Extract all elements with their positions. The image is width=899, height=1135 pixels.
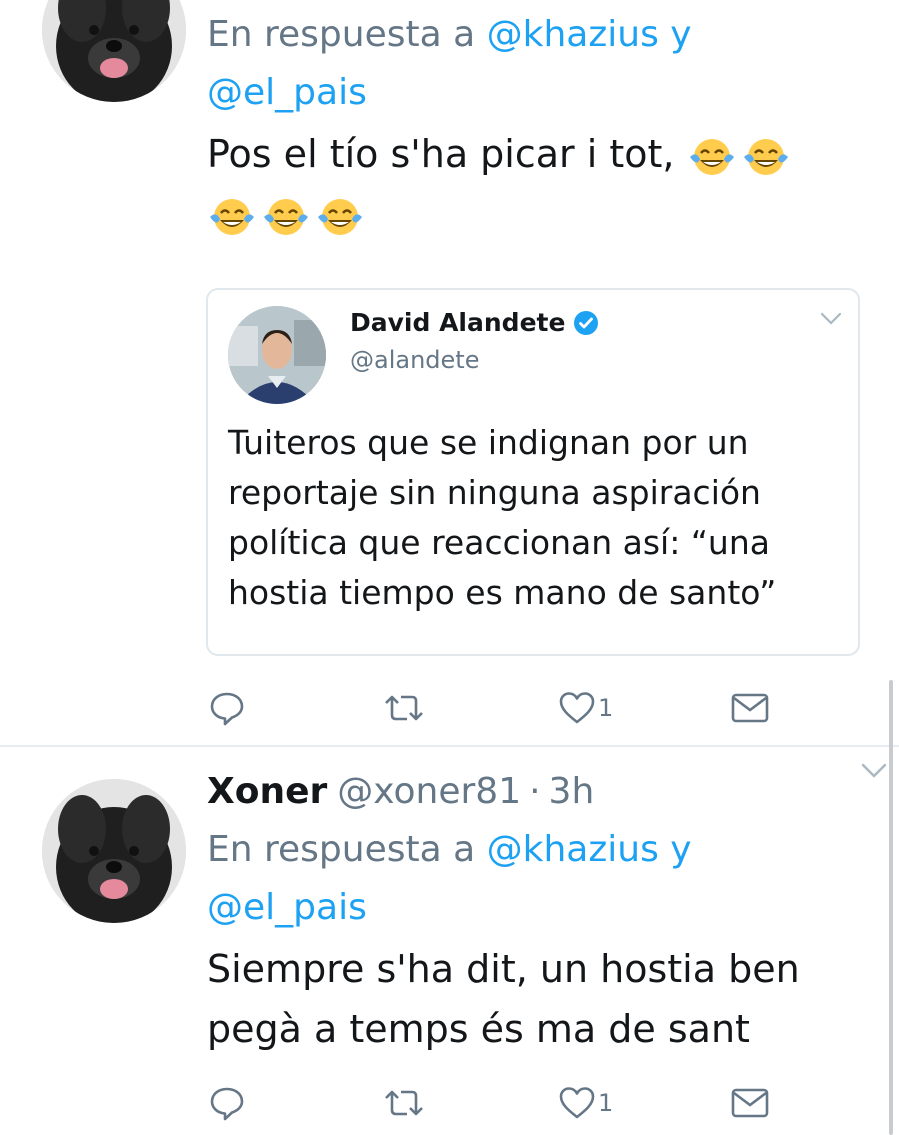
reply-prefix: En respuesta a — [207, 829, 487, 870]
emoji-group — [207, 195, 365, 239]
reply-icon — [210, 1087, 244, 1121]
tweet-content: En respuesta a @khazius y @el_pais Pos e… — [207, 6, 861, 244]
author-handle[interactable]: @xoner81 — [337, 771, 521, 812]
face-with-tears-of-joy-icon — [318, 198, 362, 235]
reply-prefix: En respuesta a — [207, 14, 487, 55]
reply-context: En respuesta a @khazius y @el_pais — [207, 6, 861, 122]
retweet-button[interactable] — [383, 1081, 425, 1125]
envelope-icon — [731, 693, 769, 723]
direct-message-button[interactable] — [730, 686, 770, 730]
tweet[interactable]: En respuesta a @khazius y @el_pais Pos e… — [0, 0, 899, 746]
avatar[interactable] — [228, 306, 326, 404]
tweet-actions: 1 — [208, 1081, 770, 1125]
scrollbar[interactable] — [889, 680, 893, 1135]
tweet-text-body: Pos el tío s'ha picar i tot, — [207, 132, 675, 176]
face-with-tears-of-joy-icon — [743, 138, 788, 175]
direct-message-button[interactable] — [730, 1081, 770, 1125]
face-with-tears-of-joy-icon — [210, 198, 254, 235]
reply-joiner: y — [658, 829, 692, 870]
quoted-author-handle: @alandete — [350, 346, 480, 374]
reply-button[interactable] — [208, 686, 246, 730]
face-with-tears-of-joy-icon — [689, 138, 734, 175]
like-count: 1 — [598, 694, 614, 722]
emoji-group — [687, 135, 791, 179]
retweet-icon — [385, 695, 423, 721]
reply-joiner: y — [658, 14, 692, 55]
tweet-content: Xoner @xoner81 · 3h En respuesta a @khaz… — [207, 771, 861, 1059]
tweet[interactable]: Xoner @xoner81 · 3h En respuesta a @khaz… — [0, 747, 899, 1135]
mention-link[interactable]: @el_pais — [207, 72, 367, 113]
mention-link[interactable]: @khazius — [487, 829, 659, 870]
reply-icon — [210, 692, 244, 726]
separator: · — [529, 771, 541, 812]
reply-button[interactable] — [208, 1081, 246, 1125]
face-with-tears-of-joy-icon — [264, 198, 308, 235]
quoted-author-name-text: David Alandete — [350, 308, 566, 337]
heart-icon — [559, 1087, 595, 1119]
avatar[interactable] — [42, 0, 186, 102]
verified-badge-icon — [574, 310, 599, 335]
mention-link[interactable]: @el_pais — [207, 887, 367, 928]
timestamp[interactable]: 3h — [549, 771, 595, 812]
retweet-button[interactable] — [383, 686, 425, 730]
like-button[interactable]: 1 — [558, 686, 613, 730]
envelope-icon — [731, 1088, 769, 1118]
retweet-icon — [385, 1090, 423, 1116]
chevron-down-icon[interactable] — [861, 763, 887, 779]
quoted-author-name: David Alandete — [350, 308, 599, 337]
like-button[interactable]: 1 — [558, 1081, 613, 1125]
avatar[interactable] — [42, 779, 186, 923]
tweet-text: Siempre s'ha dit, un hostia ben pegà a t… — [207, 947, 800, 1051]
tweet-text: Pos el tío s'ha picar i tot, — [207, 124, 861, 244]
heart-icon — [559, 692, 595, 724]
like-count: 1 — [598, 1089, 614, 1117]
tweet-actions: 1 — [208, 686, 770, 730]
mention-link[interactable]: @khazius — [487, 14, 659, 55]
quoted-tweet-card[interactable]: David Alandete @alandete Tuiteros que se… — [206, 288, 860, 656]
quoted-tweet-text: Tuiteros que se indignan por un reportaj… — [228, 423, 777, 612]
reply-context: En respuesta a @khazius y @el_pais — [207, 821, 861, 937]
tweet-header: Xoner @xoner81 · 3h — [207, 771, 861, 821]
author-name[interactable]: Xoner — [207, 771, 327, 812]
chevron-down-icon[interactable] — [820, 312, 842, 326]
